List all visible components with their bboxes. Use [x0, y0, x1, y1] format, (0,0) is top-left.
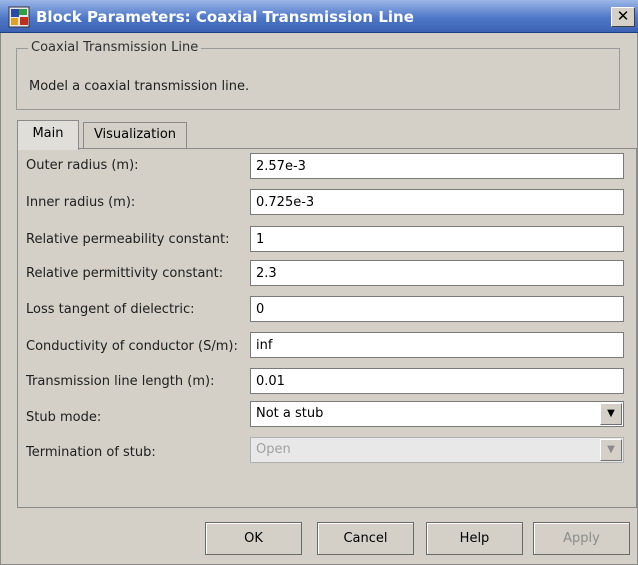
inner-radius-field[interactable]: [250, 189, 624, 215]
description-text: Model a coaxial transmission line.: [29, 79, 250, 94]
cancel-button[interactable]: Cancel: [317, 522, 414, 555]
chevron-down-icon[interactable]: ▼: [600, 403, 622, 425]
stub-mode-select[interactable]: Not a stub ▼: [250, 401, 624, 427]
stub-mode-value: Not a stub: [256, 406, 324, 421]
help-button[interactable]: Help: [426, 522, 523, 555]
permittivity-field[interactable]: [250, 260, 624, 286]
window-title: Block Parameters: Coaxial Transmission L…: [36, 8, 414, 26]
block-parameters-icon: [8, 6, 30, 28]
apply-button: Apply: [533, 522, 630, 555]
loss-tangent-field[interactable]: [250, 296, 624, 322]
stub-termination-select: Open ▼: [250, 437, 624, 463]
close-icon: ✕: [616, 7, 630, 25]
close-button[interactable]: ✕: [611, 7, 635, 27]
description-legend: Coaxial Transmission Line: [28, 40, 202, 55]
tab-main[interactable]: Main: [17, 120, 79, 150]
tab-visualization[interactable]: Visualization: [83, 122, 187, 148]
conductivity-field[interactable]: [250, 332, 624, 358]
ok-button[interactable]: OK: [205, 522, 302, 555]
stub-termination-value: Open: [256, 442, 291, 457]
line-length-field[interactable]: [250, 368, 624, 394]
outer-radius-field[interactable]: [250, 153, 624, 179]
permeability-field[interactable]: [250, 226, 624, 252]
chevron-down-icon: ▼: [600, 439, 622, 461]
title-bar[interactable]: Block Parameters: Coaxial Transmission L…: [0, 0, 638, 33]
